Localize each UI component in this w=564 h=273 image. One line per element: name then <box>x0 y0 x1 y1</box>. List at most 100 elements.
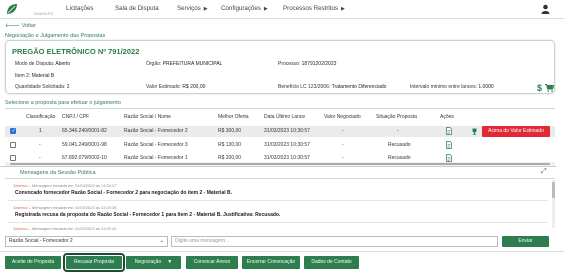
trophy-icon[interactable] <box>471 128 478 135</box>
caret-down-icon: ▼ <box>167 259 173 265</box>
message-divider <box>8 222 548 223</box>
dados-contato-button[interactable]: Dados de Contato <box>304 256 359 269</box>
label: Intervalo mínimo entre lances: <box>410 84 477 90</box>
message-text: Convocado fornecedor Razão Social - Forn… <box>15 190 232 196</box>
orgao: Órgão: PREFEITURA MUNICIPAL <box>146 61 222 67</box>
cell-data: 31/03/2023 10:30:57 <box>264 155 310 161</box>
recipient-select[interactable]: Razão Social - Fornecedor 2 ⌄ <box>5 236 168 247</box>
row-checkbox[interactable] <box>10 155 16 161</box>
processo: Processo: 18791202/2023 <box>278 61 336 67</box>
cell-razao: Razão Social - Fornecedor 1 <box>124 155 188 161</box>
proposal-title: PREGÃO ELETRÔNICO Nº 791/2022 <box>12 47 140 56</box>
cell-oferta: R$ 200,00 <box>218 155 242 161</box>
nav-configuracoes[interactable]: Configurações ▶ <box>221 5 268 12</box>
message-header: Sistema – Mensagem enviada em 31/03/2023… <box>13 226 116 231</box>
cell-oferta: R$ 300,00 <box>218 128 242 134</box>
negotiation-label: Negociação <box>134 259 162 265</box>
accept-proposal-button[interactable]: Aceite de Proposta <box>5 256 61 269</box>
label: Processo: <box>278 61 301 67</box>
col-data-ultimo-lance[interactable]: Data Último Lance <box>264 114 305 120</box>
nav-label: Processos Restritos <box>283 5 339 12</box>
caret-right-icon: ▶ <box>341 6 345 12</box>
message-sender: Sistema <box>13 205 28 210</box>
label: Valor Estimado: <box>146 84 181 90</box>
cell-oferta: R$ 130,00 <box>218 142 242 148</box>
nav-label: Licitações <box>66 5 94 12</box>
message-sender: Sistema <box>13 183 28 188</box>
cell-data: 31/03/2023 10:30:57 <box>264 142 310 148</box>
cell-negociado: - <box>342 142 344 148</box>
nav-sala-disputa[interactable]: Sala de Disputa <box>115 5 159 12</box>
encerrar-convocacao-button[interactable]: Encerrar Convocação <box>242 256 300 269</box>
col-melhor-oferta[interactable]: Melhor Oferta <box>218 114 249 120</box>
cell-cnpj: 59.041.249/0001-98 <box>62 142 107 148</box>
label: Item 2: <box>15 73 31 79</box>
chevron-down-icon: ⌄ <box>159 238 164 244</box>
col-acoes: Ações <box>440 114 454 120</box>
caret-right-icon: ▶ <box>203 6 208 12</box>
cell-negociado: - <box>342 155 344 161</box>
back-link[interactable]: 🡐 Voltar <box>5 23 36 29</box>
dollar-icon[interactable]: $ <box>537 83 542 93</box>
nav-servicos[interactable]: Serviços ▶ <box>177 5 208 12</box>
message-meta: – Mensagem enviada em 31/03/2023 às 11:0… <box>27 205 117 210</box>
col-razao-social[interactable]: Razão Social / Nome <box>124 114 171 120</box>
message-sender: Sistema <box>13 226 28 231</box>
message-header: Sistema – Mensagem enviada em 31/03/2023… <box>13 183 116 188</box>
divider <box>5 108 555 109</box>
reject-proposal-button[interactable]: Recusar Proposta <box>63 253 125 272</box>
table-scrollbar-thumb[interactable] <box>10 163 550 165</box>
label: Benefício LC 123/2006: <box>278 84 331 90</box>
document-icon[interactable] <box>446 141 452 149</box>
col-cnpj[interactable]: CNPJ / CPF <box>62 114 89 120</box>
value: PREFEITURA MUNICIPAL <box>162 61 223 67</box>
label: Quantidade Solicitada: <box>15 84 66 90</box>
divider <box>5 178 555 179</box>
value: Tratamento Diferenciado <box>331 84 387 90</box>
cell-cnpj: 65.346.240/0001-82 <box>62 128 107 134</box>
expand-icon[interactable]: ⤢ <box>541 168 547 176</box>
nav-label: Serviços <box>177 5 201 12</box>
user-icon[interactable] <box>541 4 550 14</box>
value: Material B <box>31 73 55 79</box>
above-estimate-badge[interactable]: Acima do Valor Estimado <box>482 126 550 137</box>
value: 1.0000 <box>478 84 494 90</box>
quantidade: Quantidade Solicitada: 2 <box>15 84 69 90</box>
cell-situacao: Recusado <box>388 155 411 161</box>
cell-negociado: - <box>342 128 344 134</box>
nav-label: Configurações <box>221 5 261 12</box>
document-icon[interactable] <box>446 154 452 162</box>
messages-title: Mensagens da Sessão Pública <box>20 170 96 176</box>
negotiation-button[interactable]: Negociação ▼ <box>126 256 181 269</box>
send-button[interactable]: Enviar <box>502 236 549 247</box>
valor-estimado: Valor Estimado: R$ 200,00 <box>146 84 205 90</box>
nav-processos-restritos[interactable]: Processos Restritos ▶ <box>283 5 345 12</box>
nav-licitacoes[interactable]: Licitações <box>66 5 94 12</box>
message-meta: – Mensagem enviada em 31/03/2023 às 11:0… <box>27 226 117 231</box>
messages-scrollbar-thumb[interactable] <box>552 182 555 198</box>
message-header: Sistema – Mensagem enviada em 31/03/2023… <box>13 205 116 210</box>
message-input[interactable]: Digite uma mensagem... <box>171 236 498 247</box>
col-situacao[interactable]: Situação Proposta <box>376 114 417 120</box>
row-checkbox[interactable] <box>10 142 16 148</box>
document-icon[interactable] <box>446 127 452 135</box>
intervalo: Intervalo mínimo entre lances: 1.0000 <box>410 84 494 90</box>
col-classificacao[interactable]: Classificação <box>26 114 55 120</box>
message-divider <box>8 200 548 201</box>
item: Item 2: Material B <box>15 73 54 79</box>
value: Aberto <box>55 61 71 67</box>
caret-right-icon: ▶ <box>263 6 268 12</box>
negotiation-title: Negociação e Julgamento das Propostas <box>5 33 106 39</box>
arrow-left-icon: 🡐 <box>5 23 20 29</box>
cart-icon[interactable] <box>545 84 554 92</box>
cell-class: - <box>39 142 41 148</box>
label: Órgão: <box>146 61 162 67</box>
row-checkbox[interactable] <box>10 128 16 134</box>
cell-razao: Razão Social - Fornecedor 3 <box>124 142 188 148</box>
col-valor-negociado[interactable]: Valor Negociado <box>324 114 361 120</box>
value: R$ 200,00 <box>182 84 206 90</box>
logo-icon[interactable] <box>6 3 18 15</box>
cell-class: 1 <box>39 128 42 134</box>
convocar-anexo-button[interactable]: Convocar Anexo <box>186 256 238 269</box>
back-label: Voltar <box>21 23 36 29</box>
